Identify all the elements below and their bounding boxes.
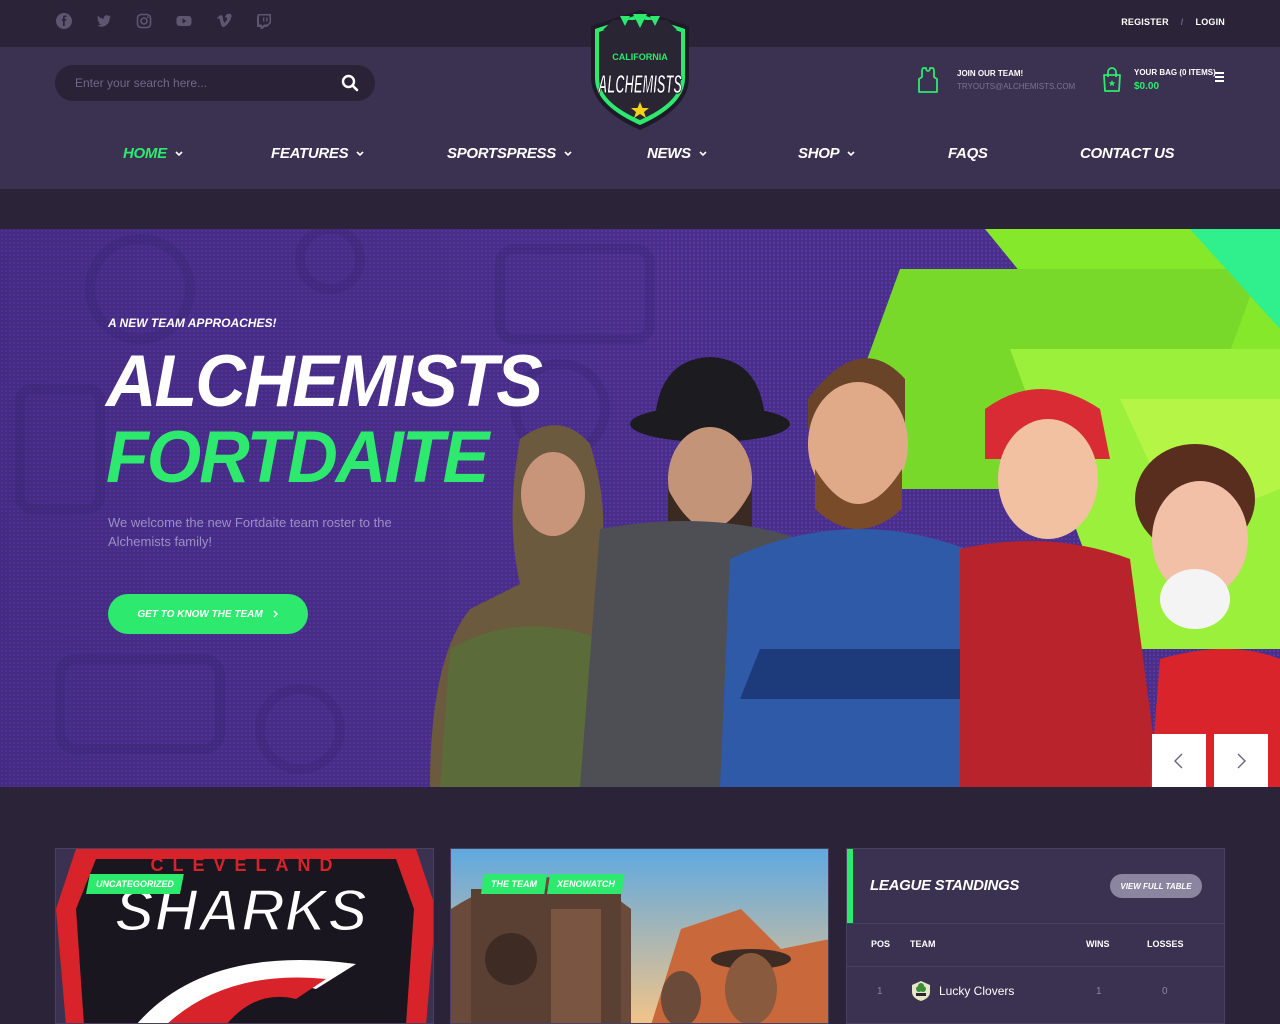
- row-team-name[interactable]: Lucky Clovers: [939, 984, 1014, 998]
- get-to-know-team-button[interactable]: GET TO KNOW THE TEAM: [108, 594, 308, 634]
- category-tag[interactable]: THE TEAM: [481, 874, 547, 894]
- facebook-icon[interactable]: [55, 12, 73, 30]
- nav-news-label: NEWS: [647, 145, 691, 162]
- vimeo-icon[interactable]: [215, 12, 233, 30]
- view-full-table-label: VIEW FULL TABLE: [1120, 881, 1192, 891]
- view-full-table-button[interactable]: VIEW FULL TABLE: [1110, 874, 1202, 898]
- nav-shop[interactable]: SHOP: [798, 145, 855, 162]
- divider: [847, 923, 1224, 924]
- jersey-icon: [917, 67, 939, 93]
- hero-artwork: [15, 229, 1280, 787]
- chevron-left-icon: [1174, 753, 1183, 769]
- chevron-right-icon: [273, 610, 278, 618]
- auth-separator: /: [1180, 17, 1184, 27]
- col-header-losses: LOSSES: [1147, 939, 1184, 949]
- join-email[interactable]: TRYOUTS@ALCHEMISTS.COM: [957, 82, 1075, 91]
- nav-home-label: HOME: [123, 145, 167, 162]
- tag-label: XENOWATCH: [557, 879, 615, 889]
- hero-kicker: A NEW TEAM APPROACHES!: [108, 316, 277, 330]
- chevron-right-icon: [1237, 753, 1246, 769]
- nav-faqs[interactable]: FAQS: [948, 145, 988, 162]
- search-bar: [55, 65, 375, 101]
- hero-description: We welcome the new Fortdaite team roster…: [108, 515, 392, 549]
- shopping-bag[interactable]: YOUR BAG (0 ITEMS) $0.00: [1102, 67, 1224, 93]
- tag-label: UNCATEGORIZED: [96, 879, 174, 889]
- logo-name-text: ALCHEMISTS: [598, 69, 683, 99]
- bag-title: YOUR BAG (0 ITEMS): [1134, 68, 1216, 77]
- register-link[interactable]: REGISTER: [1121, 17, 1169, 27]
- nav-contact-us[interactable]: CONTACT US: [1080, 145, 1175, 162]
- login-link[interactable]: LOGIN: [1196, 17, 1226, 27]
- chevron-down-icon: [699, 150, 707, 156]
- chevron-down-icon: [175, 150, 183, 156]
- nav-features-label: FEATURES: [271, 145, 349, 162]
- youtube-icon[interactable]: [175, 12, 193, 30]
- col-header-team: TEAM: [910, 939, 936, 949]
- site-logo[interactable]: CALIFORNIA ALCHEMISTS: [585, 8, 695, 132]
- join-title: JOIN OUR TEAM!: [957, 69, 1024, 78]
- instagram-icon[interactable]: [135, 12, 153, 30]
- row-pos: 1: [877, 986, 883, 997]
- search-input[interactable]: [75, 73, 325, 93]
- nav-news[interactable]: NEWS: [647, 145, 707, 162]
- hero-title-line2: FORTDAITE: [106, 416, 489, 498]
- chevron-down-icon: [356, 150, 364, 156]
- category-tag[interactable]: XENOWATCH: [547, 874, 625, 894]
- chevron-down-icon: [847, 150, 855, 156]
- search-icon[interactable]: [341, 74, 359, 92]
- twitter-icon[interactable]: [95, 12, 113, 30]
- bag-total: $0.00: [1134, 81, 1160, 92]
- col-header-pos: POS: [871, 939, 891, 949]
- chevron-down-icon: [564, 150, 572, 156]
- nav-sportspress[interactable]: SPORTSPRESS: [447, 145, 572, 162]
- league-standings-widget: LEAGUE STANDINGS VIEW FULL TABLE POS TEA…: [846, 848, 1225, 1024]
- standings-title: LEAGUE STANDINGS: [870, 877, 1020, 894]
- nav-features[interactable]: FEATURES: [271, 145, 364, 162]
- join-team[interactable]: JOIN OUR TEAM! TRYOUTS@ALCHEMISTS.COM: [917, 67, 1075, 93]
- hero-title-line1: ALCHEMISTS: [106, 340, 543, 422]
- hero-slider: A NEW TEAM APPROACHES! ALCHEMISTS FORTDA…: [0, 229, 1280, 787]
- logo-top-text: CALIFORNIA: [612, 52, 668, 62]
- row-losses: 0: [1162, 986, 1168, 997]
- post-card[interactable]: CLEVELAND SHARKS UNCATEGORIZED: [55, 848, 434, 1024]
- tag-label: THE TEAM: [491, 879, 537, 889]
- nav-faqs-label: FAQS: [948, 145, 988, 162]
- twitch-icon[interactable]: [255, 12, 273, 30]
- post-card[interactable]: THE TEAM XENOWATCH: [450, 848, 829, 1024]
- slider-next-button[interactable]: [1214, 734, 1268, 787]
- hamburger-menu-icon[interactable]: [1215, 69, 1227, 82]
- accent-bar: [847, 849, 853, 923]
- bag-icon: [1102, 67, 1122, 93]
- row-wins: 1: [1096, 986, 1102, 997]
- category-tag[interactable]: UNCATEGORIZED: [86, 874, 184, 894]
- hero-button-label: GET TO KNOW THE TEAM: [137, 608, 263, 620]
- divider: [847, 966, 1224, 967]
- nav-home[interactable]: HOME: [123, 145, 183, 162]
- slider-prev-button[interactable]: [1152, 734, 1206, 787]
- nav-sportspress-label: SPORTSPRESS: [447, 145, 556, 162]
- col-header-wins: WINS: [1086, 939, 1110, 949]
- social-links: [55, 12, 273, 30]
- sharks-top-text: CLEVELAND: [150, 855, 341, 875]
- clover-team-icon: [912, 981, 930, 1001]
- auth-links: REGISTER / LOGIN: [1121, 17, 1225, 27]
- nav-shop-label: SHOP: [798, 145, 840, 162]
- nav-contact-label: CONTACT US: [1080, 145, 1175, 162]
